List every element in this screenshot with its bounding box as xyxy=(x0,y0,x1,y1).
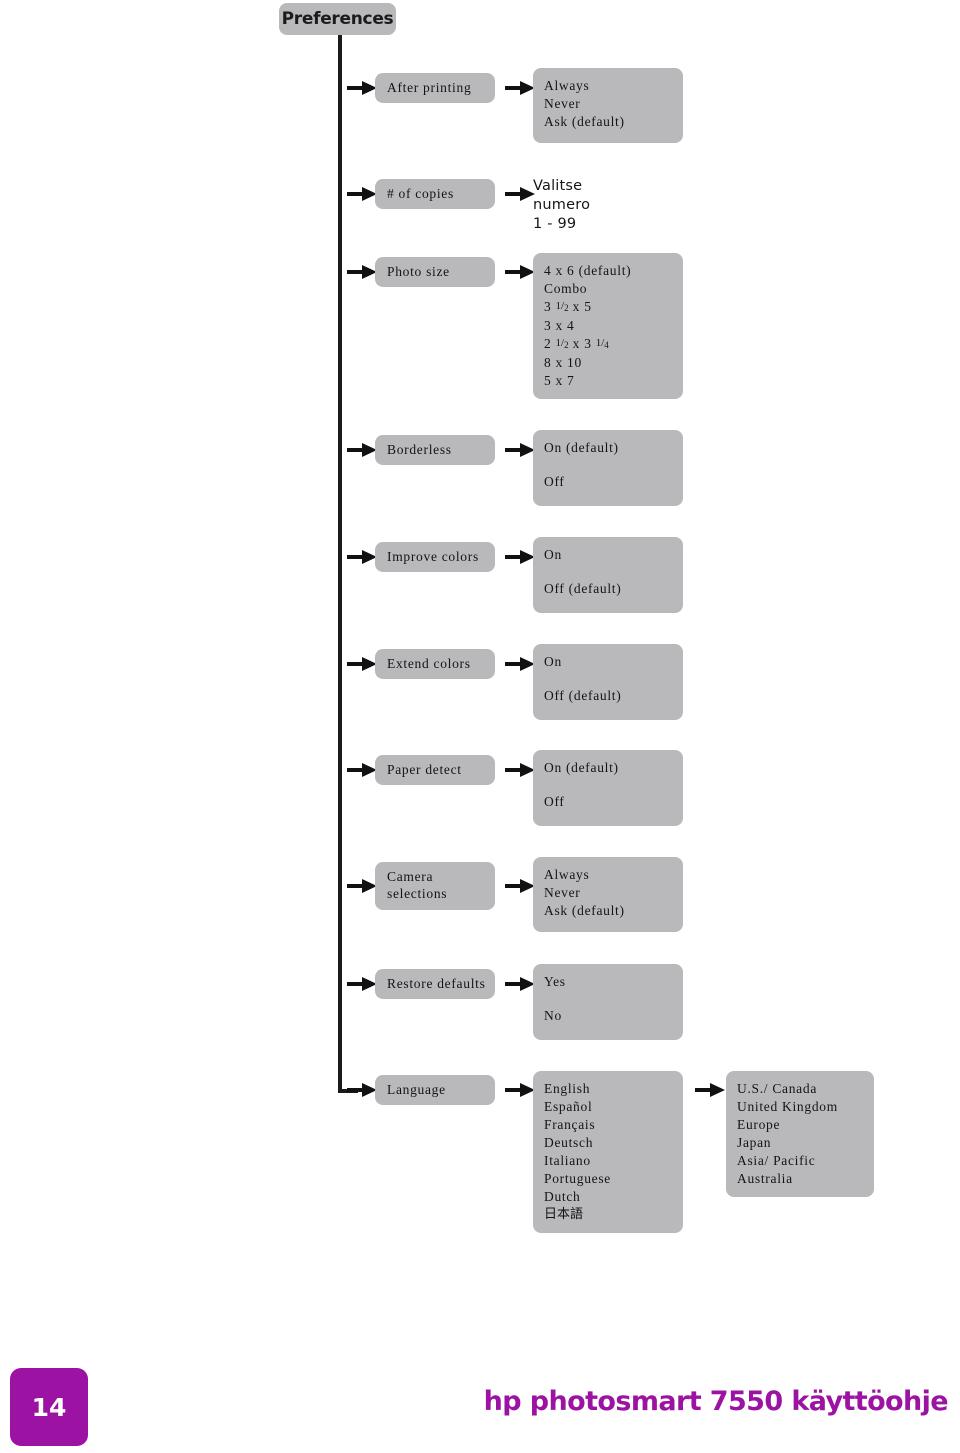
options-panel-language[interactable]: English Español Français Deutsch Italiano Por… xyxy=(533,1071,683,1233)
option-item[interactable]: Never xyxy=(544,884,683,902)
options-panel-paper-detect[interactable]: On (default) Off xyxy=(533,750,683,826)
page-number-badge: 14 xyxy=(10,1368,88,1446)
option-item[interactable]: 5 x 7 xyxy=(544,372,683,390)
fraction: 1/2 xyxy=(555,300,569,313)
arrow-right-icon-language-regions xyxy=(695,1083,725,1097)
menu-item-language[interactable]: Language xyxy=(375,1075,495,1105)
arrow-right-icon-extend-colors-values xyxy=(505,657,535,671)
option-item[interactable]: Off (default) xyxy=(544,580,683,598)
region-item[interactable]: Australia xyxy=(737,1170,874,1188)
option-item[interactable]: On xyxy=(544,546,683,564)
option-item[interactable]: Français xyxy=(544,1116,683,1134)
option-item[interactable]: Ask (default) xyxy=(544,902,683,920)
option-item[interactable]: 3 1/2 x 5 xyxy=(544,298,683,317)
menu-item-of-copies[interactable]: # of copies xyxy=(375,179,495,209)
option-item[interactable]: Off (default) xyxy=(544,687,683,705)
menu-item-restore-defaults[interactable]: Restore defaults xyxy=(375,969,495,999)
options-text-of-copies: Valitse numero 1 - 99 xyxy=(533,177,590,234)
arrow-right-icon-to-language xyxy=(347,1083,377,1097)
fraction: 1/2 xyxy=(555,337,569,350)
option-item[interactable]: 日本語 xyxy=(544,1206,683,1224)
arrow-right-icon-to-camera-selections xyxy=(347,879,377,893)
option-item[interactable]: Italiano xyxy=(544,1152,683,1170)
arrow-right-icon-restore-defaults-values xyxy=(505,977,535,991)
option-item[interactable]: 4 x 6 (default) xyxy=(544,262,683,280)
menu-item-extend-colors[interactable]: Extend colors xyxy=(375,649,495,679)
region-item[interactable]: United Kingdom xyxy=(737,1098,874,1116)
region-item[interactable]: Europe xyxy=(737,1116,874,1134)
arrow-right-icon-to-paper-detect xyxy=(347,763,377,777)
arrow-right-icon-to-of-copies xyxy=(347,187,377,201)
menu-item-camera-selections[interactable]: Camera selections xyxy=(375,862,495,910)
arrow-right-icon-to-improve-colors xyxy=(347,550,377,564)
arrow-right-icon-to-borderless xyxy=(347,443,377,457)
options-panel-improve-colors[interactable]: On Off (default) xyxy=(533,537,683,613)
region-item[interactable]: Japan xyxy=(737,1134,874,1152)
arrow-right-icon-paper-detect-values xyxy=(505,763,535,777)
option-item[interactable]: Always xyxy=(544,77,683,95)
option-item[interactable]: Portuguese xyxy=(544,1170,683,1188)
option-item[interactable]: 3 x 4 xyxy=(544,317,683,335)
arrow-right-icon-of-copies-values xyxy=(505,187,535,201)
option-item[interactable]: No xyxy=(544,1007,683,1025)
option-item[interactable]: On (default) xyxy=(544,439,683,457)
option-item[interactable]: On xyxy=(544,653,683,671)
option-item: 1 - 99 xyxy=(533,216,577,232)
options-panel-camera-selections[interactable]: Always Never Ask (default) xyxy=(533,857,683,932)
arrow-right-icon-improve-colors-values xyxy=(505,550,535,564)
fraction: 1/4 xyxy=(595,337,609,350)
option-item[interactable]: Always xyxy=(544,866,683,884)
options-panel-extend-colors[interactable]: On Off (default) xyxy=(533,644,683,720)
arrow-right-icon-after-printing-values xyxy=(505,81,535,95)
region-item[interactable]: Asia/ Pacific xyxy=(737,1152,874,1170)
footer-document-title: hp photosmart 7550 käyttöohje xyxy=(483,1386,949,1417)
menu-item-paper-detect[interactable]: Paper detect xyxy=(375,755,495,785)
region-item[interactable]: U.S./ Canada xyxy=(737,1080,874,1098)
arrow-right-icon-borderless-values xyxy=(505,443,535,457)
arrow-right-icon-to-photo-size xyxy=(347,265,377,279)
arrow-right-icon-to-after-printing xyxy=(347,81,377,95)
option-item[interactable]: Ask (default) xyxy=(544,113,683,131)
option-item[interactable]: 2 1/2 x 3 1/4 xyxy=(544,335,683,354)
options-panel-borderless[interactable]: On (default) Off xyxy=(533,430,683,506)
options-panel-restore-defaults[interactable]: Yes No xyxy=(533,964,683,1040)
arrow-right-icon-language-values xyxy=(505,1083,535,1097)
option-item[interactable]: Off xyxy=(544,793,683,811)
menu-item-improve-colors[interactable]: Improve colors xyxy=(375,542,495,572)
menu-item-borderless[interactable]: Borderless xyxy=(375,435,495,465)
arrow-right-icon-photo-size-values xyxy=(505,265,535,279)
option-item: Valitse numero xyxy=(533,178,591,213)
option-item[interactable]: English xyxy=(544,1080,683,1098)
options-panel-photo-size[interactable]: 4 x 6 (default) Combo 3 1/2 x 53 x 42 1/2 … xyxy=(533,253,683,399)
preferences-menu-map-page: Preferences After printing Always Never Ask… xyxy=(0,0,960,1453)
option-item[interactable]: Dutch xyxy=(544,1188,683,1206)
arrow-right-icon-camera-selections-values xyxy=(505,879,535,893)
option-item[interactable]: Off xyxy=(544,473,683,491)
option-item[interactable]: Combo xyxy=(544,280,683,298)
root-menu-chip-preferences[interactable]: Preferences xyxy=(279,3,396,35)
menu-item-after-printing[interactable]: After printing xyxy=(375,73,495,103)
option-item[interactable]: Yes xyxy=(544,973,683,991)
options-panel-after-printing[interactable]: Always Never Ask (default) xyxy=(533,68,683,143)
option-item[interactable]: Español xyxy=(544,1098,683,1116)
arrow-right-icon-to-extend-colors xyxy=(347,657,377,671)
arrow-right-icon-to-restore-defaults xyxy=(347,977,377,991)
option-item[interactable]: On (default) xyxy=(544,759,683,777)
option-item[interactable]: 8 x 10 xyxy=(544,354,683,372)
option-item[interactable]: Deutsch xyxy=(544,1134,683,1152)
menu-item-photo-size[interactable]: Photo size xyxy=(375,257,495,287)
regions-panel[interactable]: U.S./ Canada United Kingdom Europe Japan Asi… xyxy=(726,1071,874,1197)
menu-tree-spine xyxy=(338,35,342,1093)
option-item[interactable]: Never xyxy=(544,95,683,113)
